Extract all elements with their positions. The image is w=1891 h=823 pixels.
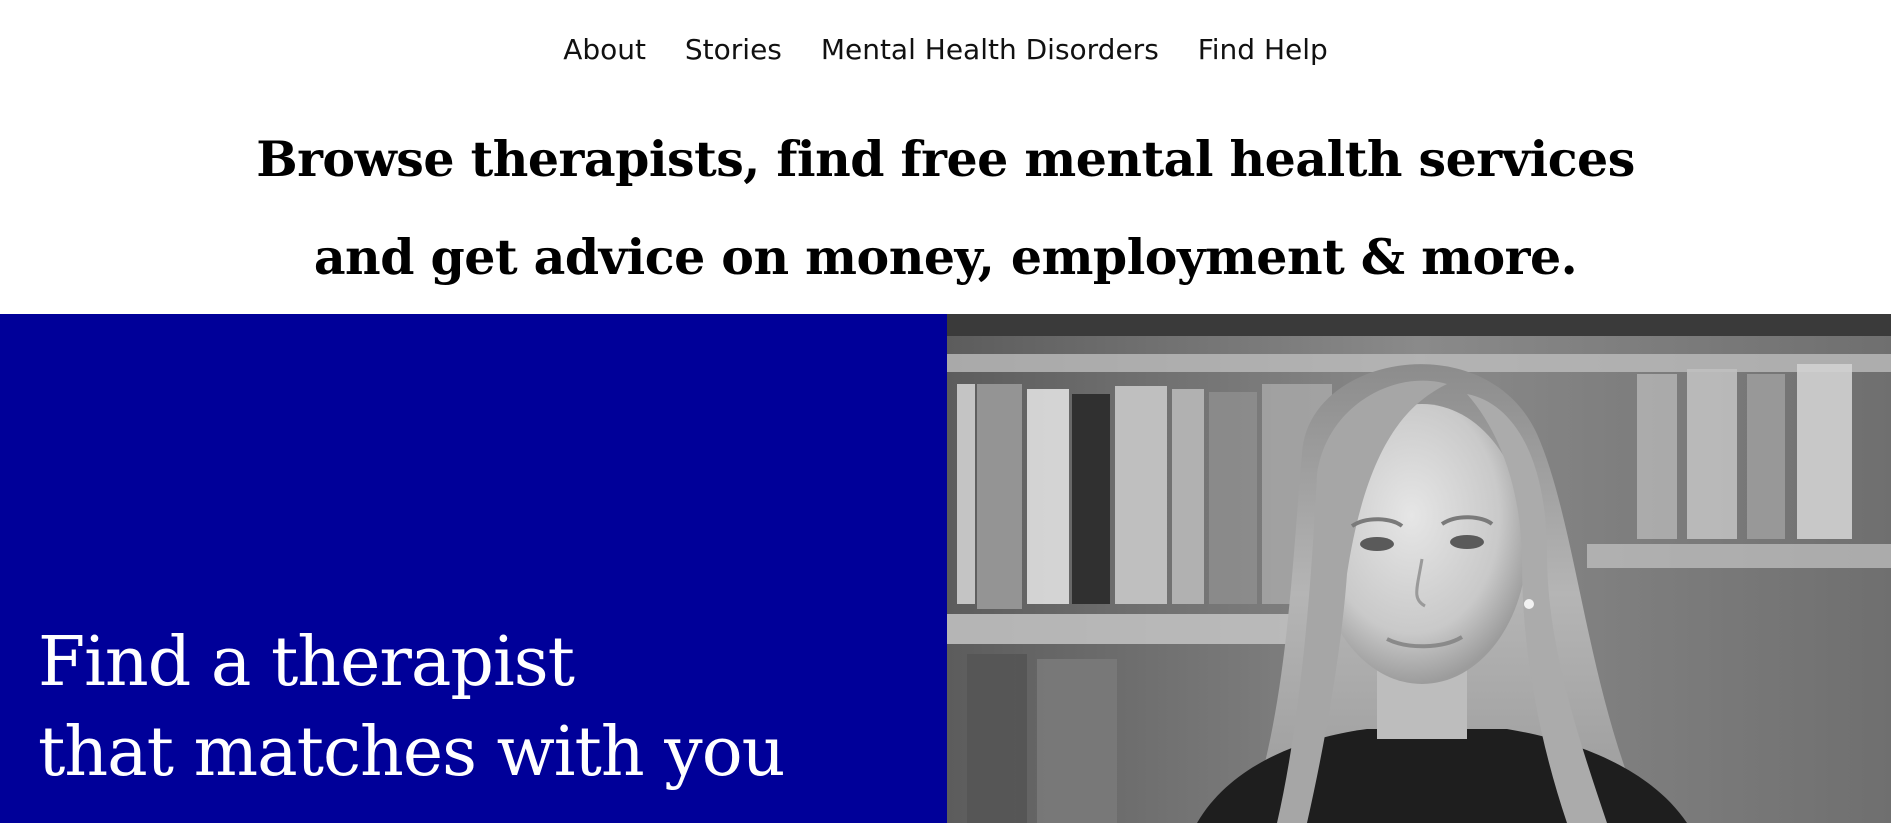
nav-find-help-link[interactable]: Find Help — [1198, 28, 1328, 72]
nav-stories-link[interactable]: Stories — [685, 28, 782, 72]
hero-heading-line-1: Find a therapist — [38, 623, 575, 702]
hero-section: Find a therapist that matches with you — [0, 314, 1891, 823]
hero-blue-panel: Find a therapist that matches with you — [0, 314, 947, 823]
hero-heading-line-2: that matches with you — [38, 713, 785, 792]
main-nav: About Stories Mental Health Disorders Fi… — [0, 28, 1891, 72]
hero-heading[interactable]: Find a therapist that matches with you — [38, 618, 785, 798]
therapist-portrait-photo — [947, 314, 1891, 823]
nav-about-link[interactable]: About — [563, 28, 646, 72]
intro-line-1: Browse therapists, find free mental heal… — [256, 130, 1635, 188]
intro-line-2: and get advice on money, employment & mo… — [313, 228, 1578, 286]
intro-text: Browse therapists, find free mental heal… — [0, 110, 1891, 306]
nav-mental-health-disorders-link[interactable]: Mental Health Disorders — [821, 28, 1159, 72]
portrait-photo-illustration — [947, 314, 1891, 823]
